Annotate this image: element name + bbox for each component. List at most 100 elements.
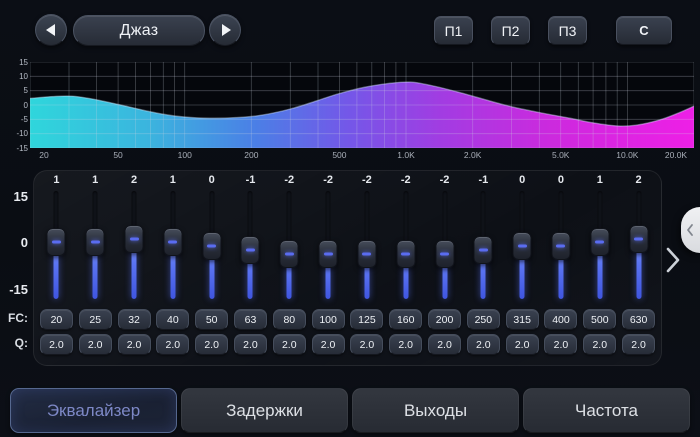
eq-band-20: 1202.0	[37, 171, 76, 365]
band-gain-slider[interactable]	[619, 189, 658, 301]
x-tick-label: 50	[100, 150, 136, 160]
eq-band-40: 1402.0	[153, 171, 192, 365]
band-q-value[interactable]: 2.0	[350, 334, 383, 355]
slider-knob[interactable]	[474, 236, 493, 264]
y-tick-label: 0	[6, 101, 28, 110]
band-q-value[interactable]: 2.0	[273, 334, 306, 355]
slider-knob[interactable]	[241, 236, 260, 264]
preset-next-button[interactable]	[209, 14, 241, 46]
slider-knob[interactable]	[396, 240, 415, 268]
band-fc-value[interactable]: 25	[79, 309, 112, 330]
band-q-value[interactable]: 2.0	[118, 334, 151, 355]
band-gain-slider[interactable]	[464, 189, 503, 301]
band-gain-slider[interactable]	[231, 189, 270, 301]
eq-band-400: 04002.0	[542, 171, 581, 365]
preset-prev-button[interactable]	[35, 14, 67, 46]
band-gain-slider[interactable]	[309, 189, 348, 301]
eq-band-200: -22002.0	[425, 171, 464, 365]
band-gain-slider[interactable]	[386, 189, 425, 301]
band-fc-value[interactable]: 80	[273, 309, 306, 330]
next-bands-button[interactable]	[662, 244, 684, 276]
slider-knob[interactable]	[125, 225, 144, 253]
band-fc-value[interactable]: 500	[583, 309, 616, 330]
eq-band-125: -2 125 2.0	[348, 171, 387, 365]
band-gain-slider[interactable]	[348, 189, 387, 301]
band-q-value[interactable]: 2.0	[195, 334, 228, 355]
x-tick-label: 20	[26, 150, 62, 160]
memory-preset-1-button[interactable]: П1	[434, 16, 473, 45]
band-q-value[interactable]: 2.0	[622, 334, 655, 355]
band-fc-value[interactable]: 32	[118, 309, 151, 330]
slider-knob[interactable]	[319, 240, 338, 268]
band-fc-value[interactable]: 400	[544, 309, 577, 330]
band-gain-slider[interactable]	[270, 189, 309, 301]
band-q-value[interactable]: 2.0	[583, 334, 616, 355]
slider-knob[interactable]	[163, 228, 182, 256]
band-q-value[interactable]: 2.0	[506, 334, 539, 355]
y-tick-label: -10	[6, 129, 28, 138]
chevron-right-icon	[665, 246, 681, 274]
band-fc-value[interactable]: 250	[467, 309, 500, 330]
tab-frequency[interactable]: Частота	[523, 388, 690, 433]
band-fc-value[interactable]: 630	[622, 309, 655, 330]
band-gain-value: -2	[362, 171, 372, 189]
band-fc-value[interactable]: 50	[195, 309, 228, 330]
eq-band-100: -2 100 2.0	[309, 171, 348, 365]
tab-equalizer[interactable]: Эквалайзер	[10, 388, 177, 433]
band-gain-value: 0	[209, 171, 215, 189]
band-q-value[interactable]: 2.0	[428, 334, 461, 355]
memory-preset-2-button[interactable]: П2	[491, 16, 530, 45]
slider-knob[interactable]	[435, 240, 454, 268]
band-gain-slider[interactable]	[425, 189, 464, 301]
band-q-value[interactable]: 2.0	[156, 334, 189, 355]
memory-preset-3-button[interactable]: П3	[548, 16, 587, 45]
slider-knob[interactable]	[551, 232, 570, 260]
band-gain-slider[interactable]	[503, 189, 542, 301]
band-q-value[interactable]: 2.0	[544, 334, 577, 355]
band-gain-slider[interactable]	[580, 189, 619, 301]
band-fc-value[interactable]: 125	[350, 309, 383, 330]
band-q-value[interactable]: 2.0	[79, 334, 112, 355]
band-fc-value[interactable]: 160	[389, 309, 422, 330]
band-q-value[interactable]: 2.0	[467, 334, 500, 355]
x-tick-label: 10.0K	[609, 150, 645, 160]
band-gain-value: -2	[284, 171, 294, 189]
band-gain-slider[interactable]	[76, 189, 115, 301]
band-gain-slider[interactable]	[37, 189, 76, 301]
band-gain-value: -2	[323, 171, 333, 189]
tab-outputs[interactable]: Выходы	[352, 388, 519, 433]
slider-knob[interactable]	[357, 240, 376, 268]
band-q-value[interactable]: 2.0	[389, 334, 422, 355]
reset-button[interactable]: C	[616, 16, 672, 45]
eq-band-315: 03152.0	[503, 171, 542, 365]
fc-row-label: FC:	[2, 308, 28, 329]
tab-delays[interactable]: Задержки	[181, 388, 348, 433]
band-q-value[interactable]: 2.0	[40, 334, 73, 355]
slider-knob[interactable]	[86, 228, 105, 256]
band-fc-value[interactable]: 100	[312, 309, 345, 330]
preset-display[interactable]: Джаз	[73, 15, 205, 46]
band-fc-value[interactable]: 20	[40, 309, 73, 330]
band-gain-slider[interactable]	[542, 189, 581, 301]
x-tick-label: 20.0K	[658, 150, 694, 160]
band-gain-slider[interactable]	[192, 189, 231, 301]
slider-knob[interactable]	[202, 232, 221, 260]
slider-knob[interactable]	[629, 225, 648, 253]
band-q-value[interactable]: 2.0	[234, 334, 267, 355]
slider-knob[interactable]	[513, 232, 532, 260]
slider-knob[interactable]	[47, 228, 66, 256]
band-gain-slider[interactable]	[153, 189, 192, 301]
band-q-value[interactable]: 2.0	[312, 334, 345, 355]
slider-knob[interactable]	[590, 228, 609, 256]
band-gain-value: -1	[478, 171, 488, 189]
eq-band-50: 0 50 2.0	[192, 171, 231, 365]
eq-band-25: 1252.0	[76, 171, 115, 365]
x-tick-label: 200	[233, 150, 269, 160]
slider-knob[interactable]	[280, 240, 299, 268]
band-fc-value[interactable]: 63	[234, 309, 267, 330]
band-fc-value[interactable]: 315	[506, 309, 539, 330]
eq-curve-svg	[30, 62, 694, 148]
band-fc-value[interactable]: 200	[428, 309, 461, 330]
band-fc-value[interactable]: 40	[156, 309, 189, 330]
band-gain-slider[interactable]	[115, 189, 154, 301]
